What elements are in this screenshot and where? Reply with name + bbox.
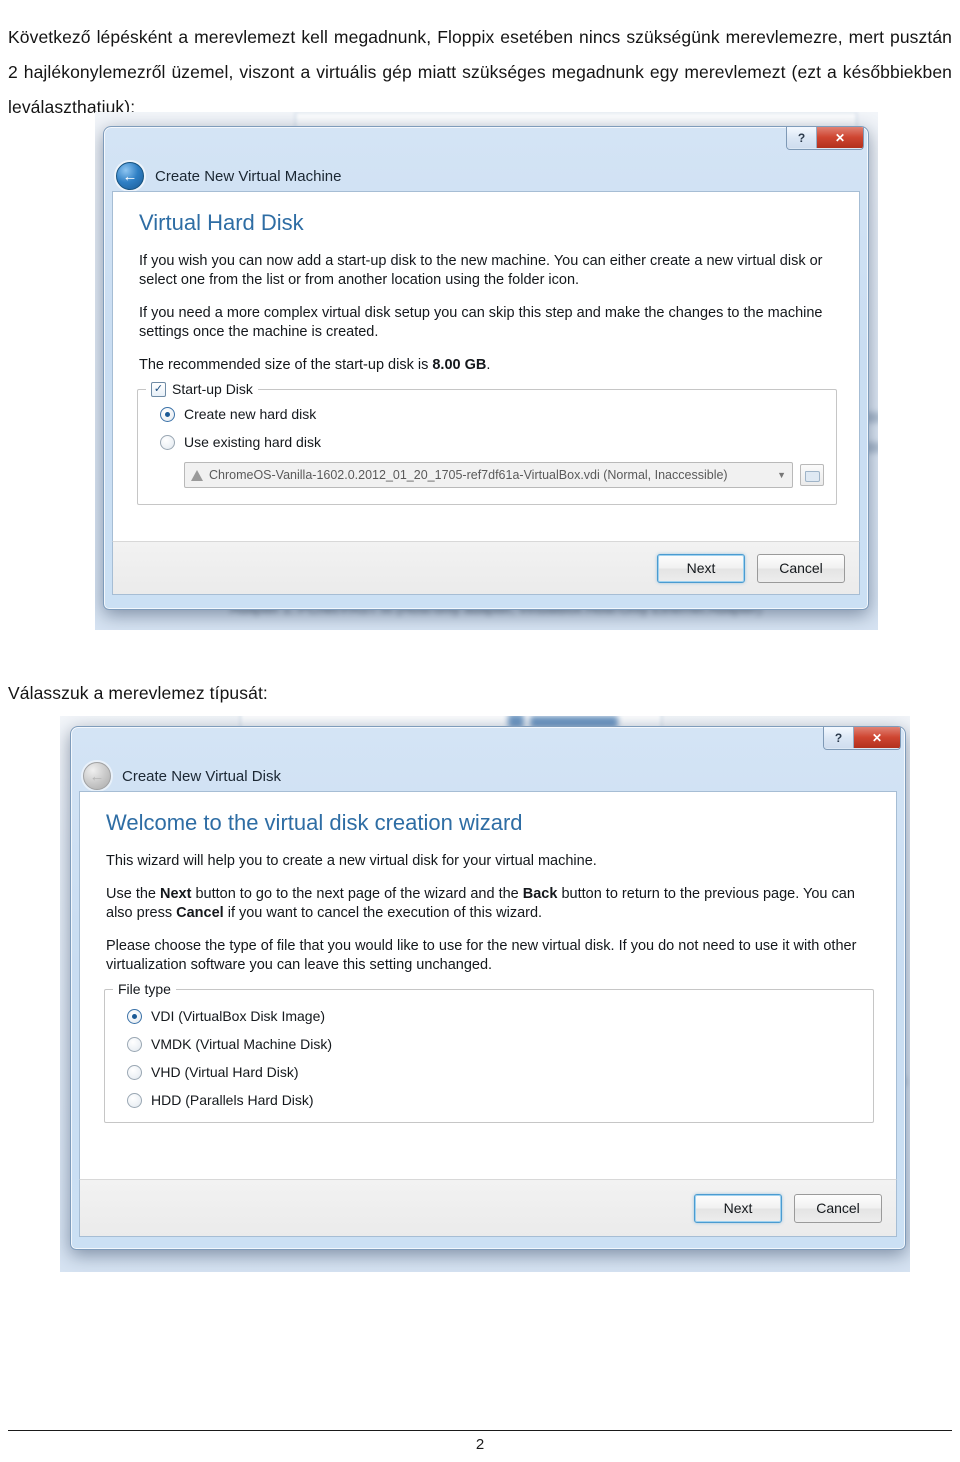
dialog-footer: Next Cancel (79, 1179, 897, 1237)
radio-label: VDI (VirtualBox Disk Image) (151, 1008, 326, 1024)
radio-vmdk[interactable]: VMDK (Virtual Machine Disk) (127, 1036, 861, 1052)
nav-text-part2: button to go to the next page of the wiz… (191, 886, 523, 902)
virtual-hard-disk-dialog: ? ✕ ← Create New Virtual Machine Virtual… (103, 126, 869, 610)
folder-icon[interactable] (800, 464, 824, 486)
radio-vhd[interactable]: VHD (Virtual Hard Disk) (127, 1064, 861, 1080)
recommended-size-value: 8.00 GB (432, 357, 487, 373)
screenshot-virtual-hard-disk: Adapter 1: PCnet-FAST III (Host-only ada… (95, 112, 878, 630)
radio-create-new-hard-disk[interactable]: Create new hard disk (160, 406, 824, 422)
radio-label: HDD (Parallels Hard Disk) (151, 1092, 314, 1108)
startup-disk-label: Start-up Disk (172, 381, 253, 397)
titlebar: ? ✕ (104, 127, 868, 161)
help-icon[interactable]: ? (787, 127, 817, 148)
radio-icon-selected (160, 406, 175, 422)
radio-icon (127, 1036, 142, 1052)
radio-hdd[interactable]: HDD (Parallels Hard Disk) (127, 1092, 861, 1108)
screenshot-create-new-virtual-disk: ? ✕ ← Create New Virtual Disk Welcome to… (60, 716, 910, 1272)
description-paragraph-2: If you need a more complex virtual disk … (139, 305, 823, 340)
description-paragraph-1: This wizard will help you to create a ne… (106, 853, 597, 869)
existing-disk-dropdown[interactable]: ChromeOS-Vanilla-1602.0.2012_01_20_1705-… (184, 462, 793, 488)
dialog-nav: ← Create New Virtual Machine (104, 161, 868, 191)
cancel-button[interactable]: Cancel (757, 553, 845, 583)
description-paragraph-1: If you wish you can now add a start-up d… (139, 253, 823, 288)
existing-disk-value: ChromeOS-Vanilla-1602.0.2012_01_20_1705-… (209, 468, 728, 482)
file-type-groupbox: File type VDI (VirtualBox Disk Image) VM… (104, 981, 874, 1123)
existing-disk-row: ChromeOS-Vanilla-1602.0.2012_01_20_1705-… (184, 462, 824, 488)
radio-icon (160, 434, 175, 450)
radio-label: VHD (Virtual Hard Disk) (151, 1064, 299, 1080)
next-button[interactable]: Next (657, 553, 745, 583)
description-paragraph-2: Please choose the type of file that you … (106, 938, 857, 973)
radio-label: VMDK (Virtual Machine Disk) (151, 1036, 333, 1052)
next-button[interactable]: Next (694, 1193, 782, 1223)
page-heading: Virtual Hard Disk (139, 210, 304, 235)
back-arrow-icon[interactable]: ← (116, 162, 144, 190)
recommended-size-text: The recommended size of the start-up dis… (139, 356, 837, 375)
dialog-body: Welcome to the virtual disk creation wiz… (79, 791, 897, 1180)
radio-icon (127, 1064, 142, 1080)
dialog-title: Create New Virtual Machine (155, 167, 342, 185)
recommended-size-prefix: The recommended size of the start-up dis… (139, 357, 433, 373)
dialog-title: Create New Virtual Disk (122, 767, 281, 785)
back-arrow-icon[interactable]: ← (83, 762, 111, 790)
dialog-body: Virtual Hard Disk If you wish you can no… (112, 191, 860, 542)
radio-vdi[interactable]: VDI (VirtualBox Disk Image) (127, 1008, 861, 1024)
file-type-label: File type (118, 981, 171, 997)
intro-paragraph: Következő lépésként a merevlemezt kell m… (8, 26, 952, 117)
nav-bold-cancel: Cancel (176, 905, 224, 921)
warning-icon (191, 469, 203, 481)
dialog-nav: ← Create New Virtual Disk (71, 761, 905, 791)
chevron-down-icon[interactable]: ▼ (777, 470, 786, 480)
radio-use-existing-hard-disk[interactable]: Use existing hard disk (160, 434, 824, 450)
nav-text-part1: Use the (106, 886, 160, 902)
help-icon[interactable]: ? (824, 727, 854, 748)
close-icon[interactable]: ✕ (854, 727, 900, 748)
radio-icon-selected (127, 1008, 142, 1024)
create-new-virtual-disk-dialog: ? ✕ ← Create New Virtual Disk Welcome to… (70, 726, 906, 1250)
startup-disk-checkbox[interactable]: ✓ (151, 381, 166, 397)
page-number: 2 (475, 1436, 485, 1453)
startup-disk-legend: ✓ Start-up Disk (146, 381, 258, 397)
window-controls: ? ✕ (823, 727, 901, 750)
footer-divider (8, 1430, 952, 1431)
radio-icon (127, 1092, 142, 1108)
dialog-footer: Next Cancel (112, 541, 860, 595)
recommended-size-suffix: . (486, 357, 491, 373)
navigation-help-paragraph: Use the Next button to go to the next pa… (106, 885, 874, 923)
cancel-button[interactable]: Cancel (794, 1193, 882, 1223)
titlebar: ? ✕ (71, 727, 905, 761)
startup-disk-groupbox: ✓ Start-up Disk Create new hard disk Use… (137, 381, 837, 505)
caption-paragraph: Válasszuk a merevlemez típusát: (8, 682, 268, 703)
nav-text-part4: if you want to cancel the execution of t… (223, 905, 543, 921)
page-heading: Welcome to the virtual disk creation wiz… (106, 810, 523, 835)
radio-label: Use existing hard disk (184, 434, 321, 450)
close-icon[interactable]: ✕ (817, 127, 863, 148)
file-type-legend: File type (113, 981, 176, 997)
nav-bold-back: Back (522, 886, 558, 902)
radio-label: Create new hard disk (184, 406, 317, 422)
nav-bold-next: Next (160, 886, 192, 902)
window-controls: ? ✕ (786, 127, 864, 150)
